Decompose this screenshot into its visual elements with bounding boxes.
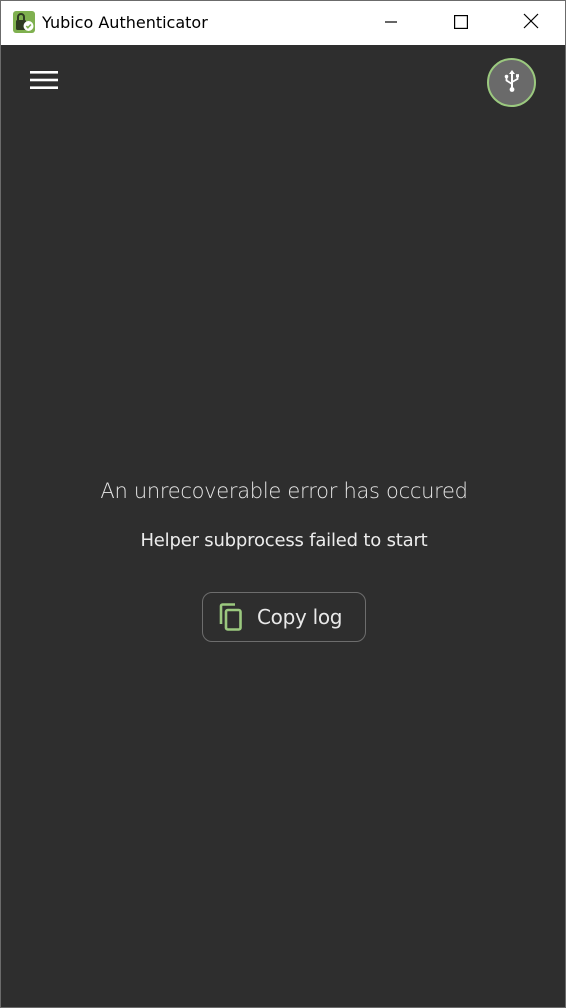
maximize-icon: [454, 14, 469, 33]
hamburger-menu-icon: [29, 69, 59, 95]
error-message: Helper subprocess failed to start: [140, 530, 428, 551]
maximize-button[interactable]: [426, 1, 496, 45]
close-icon: [523, 13, 539, 33]
title-bar[interactable]: Yubico Authenticator: [1, 1, 565, 45]
copy-log-button[interactable]: Copy log: [202, 592, 366, 642]
yubico-app-icon: [13, 11, 35, 33]
minimize-icon: [384, 14, 398, 33]
close-button[interactable]: [496, 1, 565, 45]
minimize-button[interactable]: [356, 1, 426, 45]
window-title: Yubico Authenticator: [42, 13, 208, 32]
menu-button[interactable]: [25, 65, 63, 99]
device-button[interactable]: [487, 58, 536, 107]
copy-log-label: Copy log: [257, 605, 343, 629]
error-title: An unrecoverable error has occured: [100, 479, 468, 503]
copy-icon: [217, 603, 243, 631]
usb-icon: [503, 69, 521, 96]
app-window: Yubico Authenticator An unrecoverable er…: [0, 0, 566, 1008]
